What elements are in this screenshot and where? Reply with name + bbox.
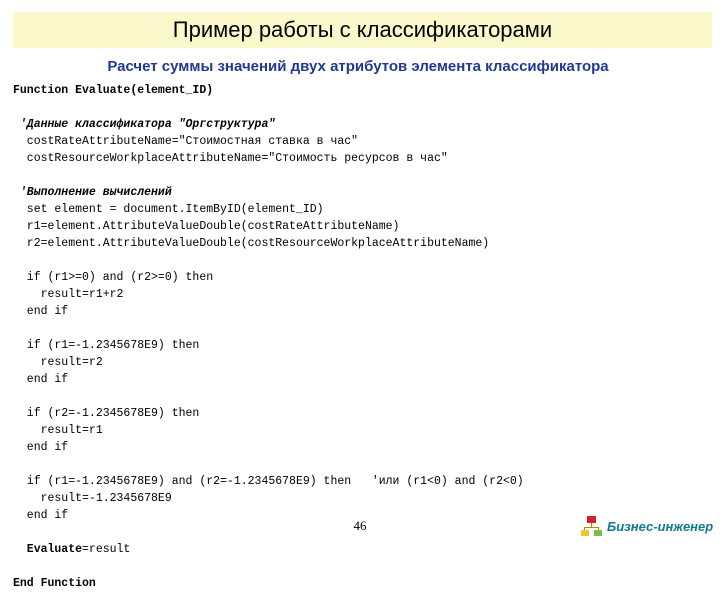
code-text: end if (13, 373, 69, 386)
code-line: r2=element.AttributeValueDouble(costReso… (13, 235, 720, 252)
code-text: r1=element.AttributeValueDouble(costRate… (13, 220, 400, 233)
code-line: 'Данные классификатора "Оргструктура" (13, 116, 720, 133)
code-line: if (r1=-1.2345678E9) and (r2=-1.2345678E… (13, 473, 720, 490)
code-line: end if (13, 303, 720, 320)
code-line: end if (13, 371, 720, 388)
title-band: Пример работы с классификаторами (13, 12, 712, 48)
code-line: costRateAttributeName="Стоимостная ставк… (13, 133, 720, 150)
brand-name: Бизнес-инженер (607, 518, 714, 534)
code-line: set element = document.ItemByID(element_… (13, 201, 720, 218)
code-comment: 'Выполнение вычислений (13, 186, 172, 199)
code-text: r2=element.AttributeValueDouble(costReso… (13, 237, 490, 250)
org-chart-icon (581, 516, 603, 536)
code-text: if (r1=-1.2345678E9) and (r2=-1.2345678E… (13, 475, 524, 488)
code-line: 'Выполнение вычислений (13, 184, 720, 201)
code-line: end if (13, 439, 720, 456)
code-comment: 'Данные классификатора "Оргструктура" (13, 118, 276, 131)
subtitle: Расчет суммы значений двух атрибутов эле… (107, 58, 609, 75)
code-line: if (r2=-1.2345678E9) then (13, 405, 720, 422)
code-text: set element = document.ItemByID(element_… (13, 203, 324, 216)
code-line: Evaluate=result (13, 541, 720, 558)
code-text: costRateAttributeName="Стоимостная ставк… (13, 135, 359, 148)
code-keyword: Evaluate (13, 543, 83, 556)
code-line: result=r2 (13, 354, 720, 371)
code-text: result=r1 (13, 424, 103, 437)
code-line: costResourceWorkplaceAttributeName="Стои… (13, 150, 720, 167)
code-keyword: End Function (13, 577, 96, 590)
code-line: result=-1.2345678E9 (13, 490, 720, 507)
code-text: if (r2=-1.2345678E9) then (13, 407, 200, 420)
brand-logo: Бизнес-инженер (581, 514, 713, 538)
code-line: if (r1=-1.2345678E9) then (13, 337, 720, 354)
code-text: if (r1>=0) and (r2>=0) then (13, 271, 214, 284)
page-number: 46 (353, 518, 367, 533)
code-text: end if (13, 509, 69, 522)
code-text: end if (13, 305, 69, 318)
code-line: End Function (13, 575, 720, 592)
code-text: if (r1=-1.2345678E9) then (13, 339, 200, 352)
code-text: end if (13, 441, 69, 454)
code-text: costResourceWorkplaceAttributeName="Стои… (13, 152, 448, 165)
code-line: result=r1 (13, 422, 720, 439)
code-keyword: Function Evaluate(element_ID) (13, 84, 214, 97)
code-line: result=r1+r2 (13, 286, 720, 303)
code-line: Function Evaluate(element_ID) (13, 82, 720, 99)
code-line: r1=element.AttributeValueDouble(costRate… (13, 218, 720, 235)
code-text: =result (82, 543, 131, 556)
code-text: result=r1+r2 (13, 288, 124, 301)
code-text: result=r2 (13, 356, 103, 369)
code-line: if (r1>=0) and (r2>=0) then (13, 269, 720, 286)
page-title: Пример работы с классификаторами (172, 17, 553, 42)
code-text: result=-1.2345678E9 (13, 492, 172, 505)
